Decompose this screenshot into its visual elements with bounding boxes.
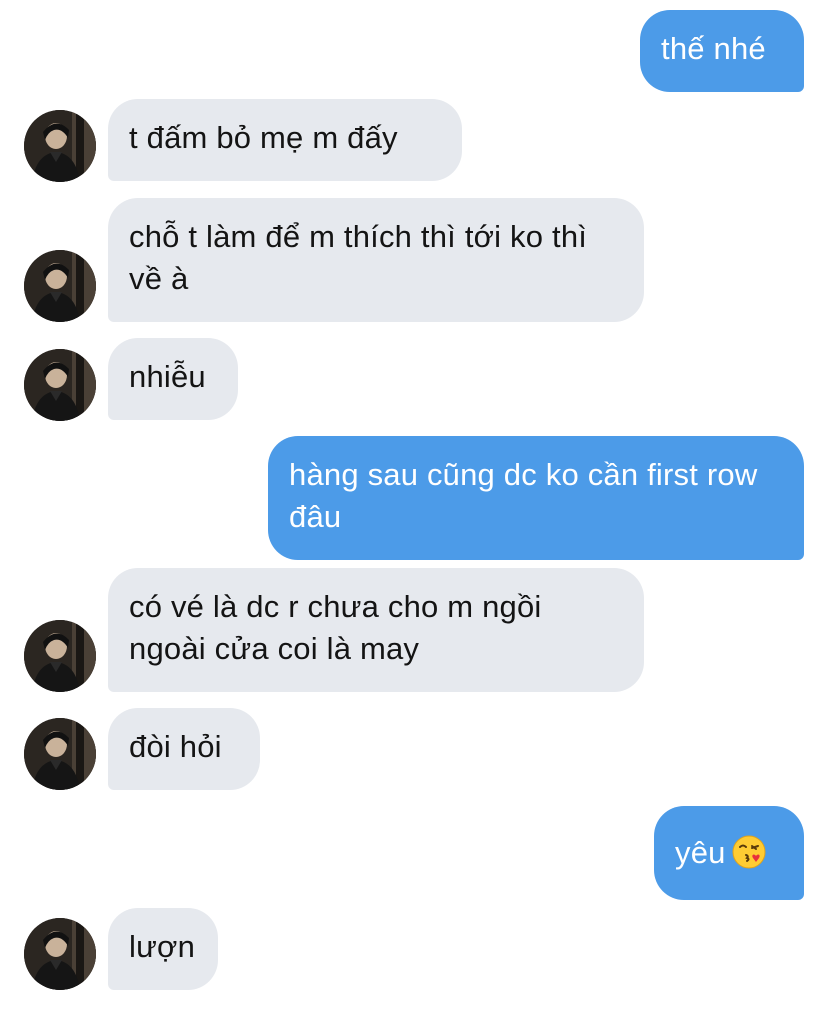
message-text: thế nhé bbox=[661, 31, 766, 66]
message-text: nhiễu bbox=[129, 359, 206, 394]
avatar-photo bbox=[24, 110, 96, 182]
contact-avatar[interactable] bbox=[24, 250, 96, 322]
avatar-photo bbox=[24, 620, 96, 692]
avatar-photo bbox=[24, 718, 96, 790]
message-bubble-incoming[interactable]: nhiễu bbox=[108, 338, 238, 420]
message-text: hàng sau cũng dc ko cần first row đâu bbox=[289, 457, 758, 534]
message-text: yêu bbox=[675, 835, 726, 870]
message-text: có vé là dc r chưa cho m ngồi ngoài cửa … bbox=[129, 589, 542, 666]
contact-avatar[interactable] bbox=[24, 918, 96, 990]
message-bubble-outgoing[interactable]: hàng sau cũng dc ko cần first row đâu bbox=[268, 436, 804, 560]
message-bubble-incoming[interactable]: t đấm bỏ mẹ m đấy bbox=[108, 99, 462, 181]
message-bubble-incoming[interactable]: đòi hỏi bbox=[108, 708, 260, 790]
contact-avatar[interactable] bbox=[24, 718, 96, 790]
face-blowing-kiss-icon bbox=[732, 835, 766, 869]
contact-avatar[interactable] bbox=[24, 349, 96, 421]
contact-avatar[interactable] bbox=[24, 110, 96, 182]
message-text: đòi hỏi bbox=[129, 729, 222, 764]
contact-avatar[interactable] bbox=[24, 620, 96, 692]
message-bubble-incoming[interactable]: lượn bbox=[108, 908, 218, 990]
message-bubble-incoming[interactable]: có vé là dc r chưa cho m ngồi ngoài cửa … bbox=[108, 568, 644, 692]
message-bubble-incoming[interactable]: chỗ t làm để m thích thì tới ko thì về à bbox=[108, 198, 644, 322]
message-text: lượn bbox=[129, 929, 196, 964]
message-bubble-outgoing[interactable]: thế nhé bbox=[640, 10, 804, 92]
avatar-photo bbox=[24, 918, 96, 990]
avatar-photo bbox=[24, 349, 96, 421]
message-bubble-outgoing[interactable]: yêu bbox=[654, 806, 804, 900]
avatar-photo bbox=[24, 250, 96, 322]
message-text: t đấm bỏ mẹ m đấy bbox=[129, 120, 398, 155]
message-text: chỗ t làm để m thích thì tới ko thì về à bbox=[129, 219, 588, 296]
